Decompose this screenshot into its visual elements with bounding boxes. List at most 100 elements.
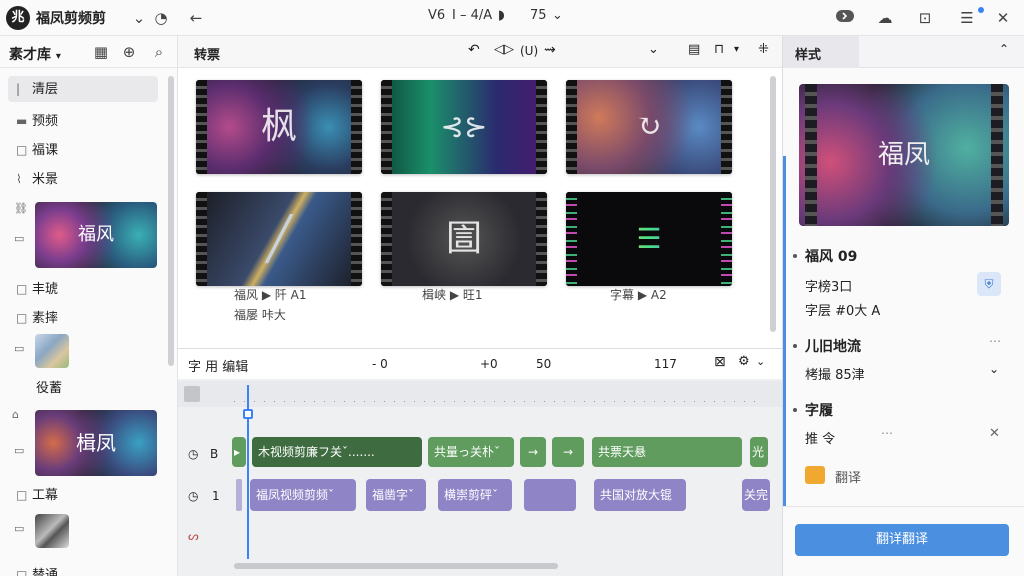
effect-card-1[interactable]: 枫	[196, 80, 362, 174]
timecode: I – 4/A	[452, 8, 493, 23]
video-clip[interactable]: 光	[750, 437, 768, 467]
text-clip[interactable]: 横崇剪砰ˇ	[438, 479, 512, 511]
bullet	[793, 344, 797, 348]
sidebar-item-5[interactable]: □ 素摔	[8, 305, 158, 331]
grid-icon[interactable]: ⁜	[758, 42, 769, 57]
zoom-chevron-icon[interactable]: ⌄	[552, 8, 563, 23]
text-clip[interactable]: 关完	[742, 479, 770, 511]
effect-card-5[interactable]: 圁	[381, 192, 547, 286]
close-icon[interactable]: ✕	[990, 5, 1016, 31]
settings-icon[interactable]: ⚙	[738, 354, 750, 369]
sidebar-item-8[interactable]: □ 替通	[8, 562, 158, 576]
cloud-icon[interactable]: ☁	[872, 5, 898, 31]
effects-panel: 转票 ↶ ◁▷ (U) ⇝ ⌄ ▤ ⊓ ▾ ⁜ 枫 ⊰⊱ ↻ ╱ 圁 ☰ 福风 …	[178, 36, 782, 348]
video-icon: ▬	[16, 114, 28, 128]
active-section-indicator	[783, 156, 786, 506]
caption-title-2: 楫峡 ▶ 旺1	[422, 288, 483, 302]
text-clip[interactable]: 共国对放大锟	[594, 479, 686, 511]
clip-edge[interactable]: ▸	[232, 437, 246, 467]
chevron-down-icon[interactable]: ⌄	[756, 355, 765, 368]
properties-panel: 样式 ⌃ 福凤 福风 09 字榜3口 ⛨ 字层 #0大 A 儿旧地流 ⋯ 栲撮 …	[782, 36, 1024, 576]
clock-icon: ◷	[188, 447, 199, 461]
speaker-icon[interactable]: ◁▷	[494, 42, 514, 57]
text-clip[interactable]	[524, 479, 576, 511]
notes-icon[interactable]: ☰	[954, 5, 980, 31]
effect-card-6[interactable]: ☰	[566, 192, 732, 286]
preview-text: 福凤	[877, 140, 930, 170]
square-icon: □	[16, 568, 28, 576]
text-clip[interactable]: 福凿字ˇ	[366, 479, 426, 511]
square-icon: □	[16, 282, 28, 296]
lock-icon[interactable]: ⊓	[714, 42, 724, 57]
list-icon[interactable]: ▤	[688, 42, 700, 57]
video-clip[interactable]: →	[520, 437, 546, 467]
minimize-icon[interactable]	[832, 5, 858, 31]
translate-button[interactable]: 翻详翻译	[795, 524, 1009, 556]
shield-icon[interactable]: ⛨	[977, 272, 1001, 296]
section-title-3: 字履	[805, 403, 833, 419]
track-toggle[interactable]	[184, 386, 200, 402]
more-icon[interactable]: ⋯	[881, 426, 893, 440]
tab-style[interactable]: 样式	[783, 36, 859, 68]
bag-icon[interactable]: ⊕	[116, 39, 142, 65]
link-icon: ⛓	[14, 202, 28, 215]
close-icon[interactable]: ✕	[989, 426, 1000, 441]
playhead-handle[interactable]	[243, 409, 253, 419]
effect-card-4[interactable]: ╱	[196, 192, 362, 286]
timeline-scrollbar[interactable]	[234, 563, 558, 569]
sidebar-item-4[interactable]: □ 丰琥	[8, 276, 158, 302]
text-clip[interactable]: 福凤视频剪频ˇ	[250, 479, 356, 511]
chevron-down-icon[interactable]: ⌄	[648, 42, 659, 57]
library-label: 素才库	[9, 47, 51, 63]
export-icon[interactable]: ⊠	[714, 354, 726, 370]
media-thumbnail-2[interactable]	[35, 334, 69, 368]
search-icon[interactable]: ⌕	[146, 39, 172, 65]
video-clip[interactable]: →	[552, 437, 584, 467]
play-icon[interactable]: ◗	[498, 8, 505, 23]
version-label: V6	[428, 8, 446, 23]
sidebar-item-3[interactable]: ⌇ 米景	[8, 166, 158, 192]
history-icon[interactable]: ◔	[148, 5, 174, 31]
chevron-down-icon[interactable]: ⌄	[989, 362, 999, 376]
sidebar-item-0[interactable]: | 清层	[8, 76, 158, 102]
sidebar-item-7[interactable]: □ 工幕	[8, 482, 158, 508]
home-icon: ⌂	[12, 408, 19, 421]
zoom-level[interactable]: 75	[530, 8, 547, 23]
redo-icon[interactable]: ⇝	[544, 42, 556, 58]
video-clip[interactable]: 共票天悬	[592, 437, 742, 467]
field-font[interactable]: 字榜3口	[805, 276, 852, 295]
collapse-icon[interactable]: ⌃	[999, 42, 1009, 56]
video-clip[interactable]: 共量っ关朴ˇ	[428, 437, 514, 467]
undo-icon[interactable]: ↶	[468, 42, 480, 58]
left-scrollbar[interactable]	[168, 76, 174, 366]
back-arrow-icon[interactable]: ←	[183, 5, 209, 31]
folder-icon: ▭	[14, 342, 25, 355]
field-flow[interactable]: 栲撮 85津	[805, 364, 865, 383]
calendar-icon[interactable]: ▦	[88, 39, 114, 65]
chevron-down-icon[interactable]: ▾	[734, 44, 739, 55]
timeline-ruler[interactable]	[178, 381, 782, 407]
translate-label: 翻译	[835, 471, 862, 486]
more-icon[interactable]: ⋯	[989, 334, 1001, 348]
media-thumbnail-1[interactable]: 福风	[35, 202, 157, 268]
sidebar-item-1[interactable]: ▬ 预频	[8, 108, 158, 134]
media-thumbnail-3[interactable]: 楫凤	[35, 410, 157, 476]
sidebar-item-6[interactable]: 役蓄	[8, 376, 158, 402]
section-title-2: 儿旧地流	[805, 339, 861, 355]
effects-scrollbar[interactable]	[770, 76, 776, 332]
clip-edge[interactable]	[236, 479, 242, 511]
thumbnail-text: 楫凤	[76, 431, 116, 455]
sidebar-item-2[interactable]: □ 福课	[8, 137, 158, 163]
effect-card-2[interactable]: ⊰⊱	[381, 80, 547, 174]
field-layer[interactable]: 字层 #0大 A	[805, 300, 880, 319]
field-push[interactable]: 推 令	[805, 428, 835, 447]
tab-effects[interactable]: 转票	[194, 44, 220, 63]
translate-swatch[interactable]	[805, 466, 825, 484]
library-dropdown[interactable]: 素才库 ▾	[9, 44, 61, 64]
effect-glyph: ↻	[636, 109, 662, 144]
media-thumbnail-4[interactable]	[35, 514, 69, 548]
mid-control[interactable]: (U)	[520, 44, 538, 58]
briefcase-icon[interactable]: ⊡	[912, 5, 938, 31]
effect-card-3[interactable]: ↻	[566, 80, 732, 174]
video-clip[interactable]: 木视频剪廉フ关ˇ.......	[252, 437, 422, 467]
